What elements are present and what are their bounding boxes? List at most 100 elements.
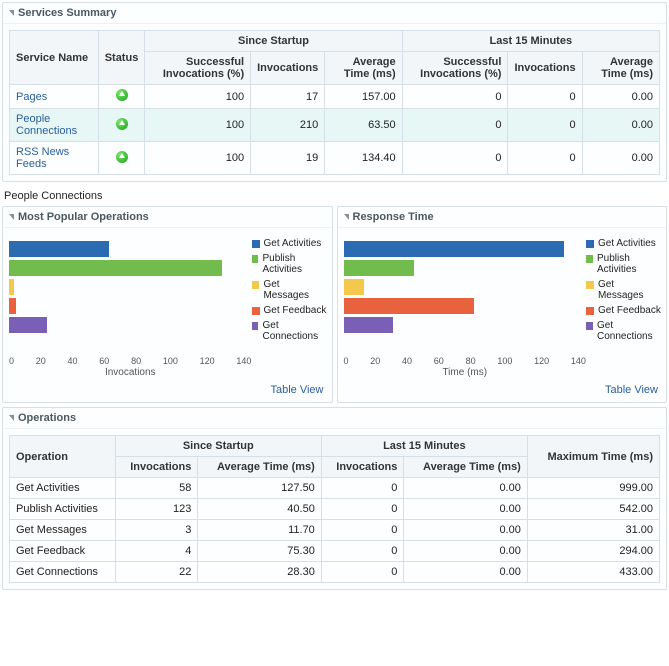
status-up-icon [116,151,128,163]
cell-avg-l: 0.00 [582,142,659,175]
col-status[interactable]: Status [98,31,145,85]
chart-bar [344,241,565,257]
col-inv-s[interactable]: Invocations [251,52,325,85]
cell-succ-s: 100 [145,109,251,142]
cell-avg-l: 0.00 [404,562,527,583]
legend-item: Get Messages [252,279,328,301]
collapse-icon [9,214,14,220]
table-row[interactable]: Get Activities58127.5000.00999.00 [10,478,660,499]
col-inv-l[interactable]: Invocations [321,457,404,478]
chart-bar [9,260,222,276]
col-max[interactable]: Maximum Time (ms) [527,436,659,478]
table-row[interactable]: RSS News Feeds10019134.40000.00 [10,142,660,175]
col-succ-l[interactable]: Successful Invocations (%) [402,52,508,85]
col-avg-s[interactable]: Average Time (ms) [198,457,321,478]
operations-title: Operations [18,412,76,424]
col-service-name[interactable]: Service Name [10,31,99,85]
col-group-last15: Last 15 Minutes [321,436,527,457]
response-time-header[interactable]: Response Time [338,207,667,228]
col-operation[interactable]: Operation [10,436,116,478]
chart-axis-ticks: 020406080100120140 [9,354,252,366]
col-succ-s[interactable]: Successful Invocations (%) [145,52,251,85]
chart-bar [344,260,414,276]
table-row[interactable]: Pages10017157.00000.00 [10,85,660,109]
cell-op-name: Get Messages [10,520,116,541]
cell-max: 999.00 [527,478,659,499]
cell-inv-l: 0 [508,85,582,109]
cell-succ-l: 0 [402,142,508,175]
table-view-link[interactable]: Table View [271,384,324,396]
popular-operations-header[interactable]: Most Popular Operations [3,207,332,228]
col-inv-l[interactable]: Invocations [508,52,582,85]
chart-bar [344,298,474,314]
cell-inv-s: 58 [115,478,198,499]
table-row[interactable]: Get Connections2228.3000.00433.00 [10,562,660,583]
cell-succ-l: 0 [402,109,508,142]
chart-bar [9,279,14,295]
legend-item: Publish Activities [586,253,662,275]
col-group-last15: Last 15 Minutes [402,31,659,52]
services-summary-title: Services Summary [18,7,116,19]
cell-inv-l: 0 [321,562,404,583]
cell-inv-l: 0 [321,541,404,562]
legend-item: Get Feedback [586,305,662,316]
cell-max: 542.00 [527,499,659,520]
cell-avg-l: 0.00 [404,541,527,562]
operations-header[interactable]: Operations [3,408,666,429]
cell-avg-l: 0.00 [582,85,659,109]
cell-avg-l: 0.00 [404,499,527,520]
operations-panel: Operations Operation Since Startup Last … [2,407,667,590]
cell-avg-s: 28.30 [198,562,321,583]
collapse-icon [9,415,14,421]
service-link[interactable]: People Connections [16,113,77,137]
col-inv-s[interactable]: Invocations [115,457,198,478]
cell-succ-s: 100 [145,85,251,109]
cell-inv-s: 3 [115,520,198,541]
chart-bar [9,298,16,314]
cell-inv-l: 0 [508,142,582,175]
status-up-icon [116,118,128,130]
col-avg-s[interactable]: Average Time (ms) [325,52,402,85]
col-group-since: Since Startup [115,436,321,457]
cell-inv-s: 210 [251,109,325,142]
table-row[interactable]: Get Feedback475.3000.00294.00 [10,541,660,562]
col-avg-l[interactable]: Average Time (ms) [582,52,659,85]
response-time-title: Response Time [353,211,434,223]
services-summary-panel: Services Summary Service Name Status Sin… [2,2,667,182]
chart-axis-label: Invocations [9,366,252,380]
col-avg-l[interactable]: Average Time (ms) [404,457,527,478]
table-row[interactable]: Get Messages311.7000.0031.00 [10,520,660,541]
popular-operations-chart [9,234,252,354]
section-subtitle: People Connections [0,184,669,204]
cell-inv-s: 22 [115,562,198,583]
chart-legend: Get ActivitiesPublish ActivitiesGet Mess… [586,234,662,380]
chart-bar [344,317,393,333]
cell-inv-l: 0 [321,499,404,520]
cell-avg-s: 63.50 [325,109,402,142]
cell-max: 433.00 [527,562,659,583]
service-link[interactable]: Pages [16,91,47,103]
legend-item: Get Connections [586,320,662,342]
service-link[interactable]: RSS News Feeds [16,146,69,170]
cell-succ-l: 0 [402,85,508,109]
chart-axis-label: Time (ms) [344,366,587,380]
cell-inv-s: 19 [251,142,325,175]
cell-avg-s: 40.50 [198,499,321,520]
legend-item: Get Feedback [252,305,328,316]
services-summary-header[interactable]: Services Summary [3,3,666,24]
table-row[interactable]: Publish Activities12340.5000.00542.00 [10,499,660,520]
response-time-panel: Response Time 020406080100120140 Time (m… [337,206,668,403]
cell-inv-l: 0 [321,520,404,541]
legend-item: Get Activities [252,238,328,249]
table-row[interactable]: People Connections10021063.50000.00 [10,109,660,142]
cell-avg-l: 0.00 [582,109,659,142]
cell-succ-s: 100 [145,142,251,175]
col-group-since: Since Startup [145,31,402,52]
table-view-link[interactable]: Table View [605,384,658,396]
services-summary-table: Service Name Status Since Startup Last 1… [9,30,660,175]
chart-bar [9,317,47,333]
cell-avg-s: 134.40 [325,142,402,175]
cell-inv-l: 0 [508,109,582,142]
cell-op-name: Publish Activities [10,499,116,520]
response-time-chart [344,234,587,354]
